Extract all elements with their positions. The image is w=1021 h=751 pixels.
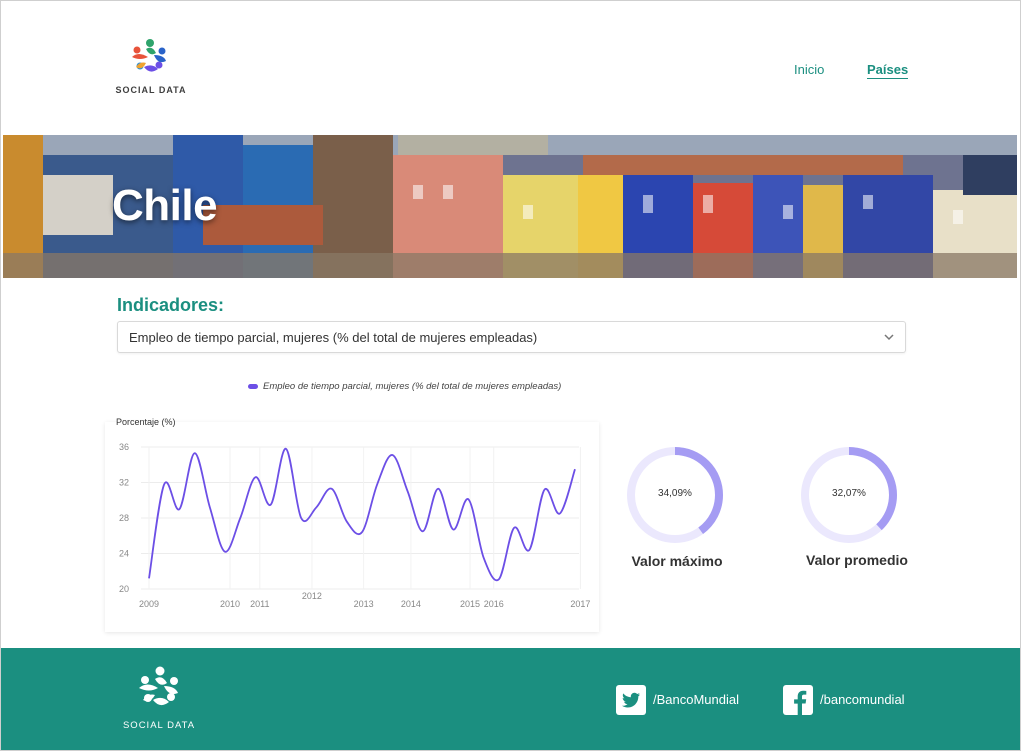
indicator-select[interactable]: Empleo de tiempo parcial, mujeres (% del… — [117, 321, 906, 353]
x-tick-label: 2014 — [401, 599, 421, 609]
nav-paises[interactable]: Países — [867, 62, 909, 79]
x-tick-label: 2016 — [484, 599, 504, 609]
brand-logo[interactable]: SOCIAL DATA — [114, 37, 188, 99]
footer-logo[interactable]: SOCIAL DATA — [119, 663, 199, 733]
twitter-icon — [616, 685, 646, 715]
header: SOCIAL DATA Inicio Países — [1, 1, 1020, 135]
y-tick-label: 20 — [119, 584, 129, 594]
indicator-select-value: Empleo de tiempo parcial, mujeres (% del… — [129, 330, 538, 345]
footer-brand-name: SOCIAL DATA — [122, 720, 196, 731]
brand-name: SOCIAL DATA — [115, 85, 187, 95]
legend-swatch — [248, 383, 258, 389]
social-data-logo-icon — [132, 39, 166, 72]
legend-label: Empleo de tiempo parcial, mujeres (% del… — [263, 381, 562, 392]
chart-legend[interactable]: Empleo de tiempo parcial, mujeres (% del… — [248, 381, 561, 392]
footer: SOCIAL DATA /BancoMundial /bancomundial — [1, 648, 1020, 750]
indicators-label: Indicadores: — [117, 295, 225, 315]
facebook-icon — [783, 685, 813, 715]
page-frame: SOCIAL DATA Inicio Países Chile Indicado… — [0, 0, 1021, 751]
x-tick-label: 2009 — [139, 599, 159, 609]
x-tick-label: 2012 — [302, 591, 322, 601]
chevron-down-icon — [884, 334, 894, 341]
avg-value: 32,07% — [832, 488, 866, 499]
page-title: Chile — [112, 181, 218, 230]
twitter-handle: /BancoMundial — [653, 692, 739, 707]
chart-plot-area: 36 32 28 24 20 2009 2010 2011 2012 2013 2014 2015 20… — [119, 442, 590, 609]
y-tick-label: 32 — [119, 478, 129, 488]
hero-banner: Chile — [3, 135, 1017, 278]
social-data-logo-icon — [139, 666, 178, 706]
avg-value-gauge: 32,07% — [799, 445, 899, 545]
facebook-handle: /bancomundial — [820, 692, 905, 707]
x-tick-label: 2017 — [570, 599, 590, 609]
nav-inicio[interactable]: Inicio — [794, 62, 824, 77]
x-tick-label: 2015 — [460, 599, 480, 609]
y-tick-label: 24 — [119, 549, 129, 559]
series-line[interactable] — [148, 447, 576, 582]
y-tick-label: 36 — [119, 442, 129, 452]
max-value-label: Valor máximo — [631, 553, 723, 569]
y-tick-label: 28 — [119, 513, 129, 523]
max-value: 34,09% — [658, 488, 692, 499]
x-tick-label: 2011 — [250, 599, 269, 609]
x-tick-label: 2010 — [220, 599, 240, 609]
avg-value-label: Valor promedio — [806, 552, 908, 568]
line-chart: Porcentaje (%) 36 32 28 24 20 2009 2010 2011 201… — [105, 417, 599, 632]
max-value-gauge: 34,09% — [625, 445, 725, 545]
x-tick-label: 2013 — [354, 599, 374, 609]
